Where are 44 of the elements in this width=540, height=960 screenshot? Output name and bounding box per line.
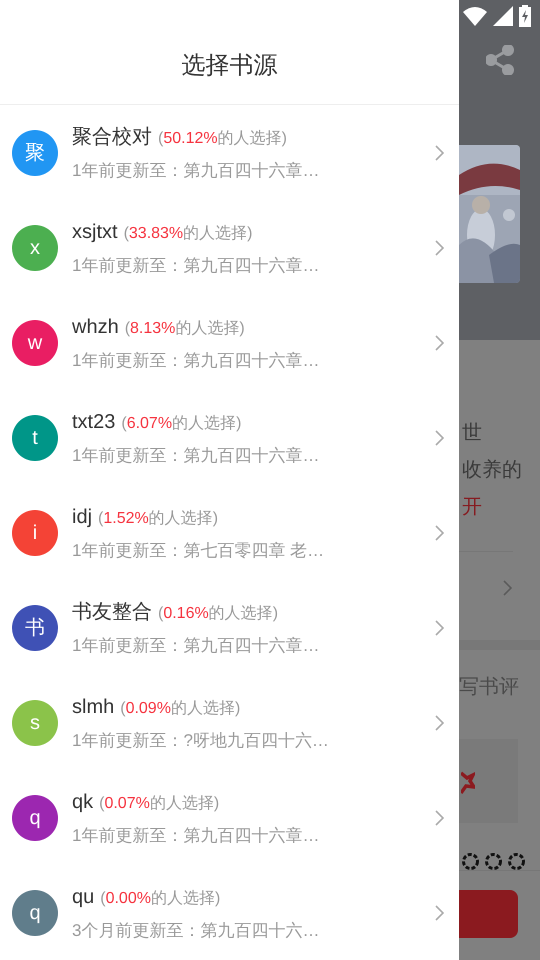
selection-share: (1.52%的人选择) xyxy=(98,508,218,528)
source-name: 聚合校对 xyxy=(72,124,152,150)
selection-share: (0.07%的人选择) xyxy=(99,794,220,814)
share-icon[interactable] xyxy=(486,44,514,74)
intro-text: 收养的 xyxy=(462,458,523,483)
chevron-right-icon xyxy=(435,240,445,256)
selection-share: (50.12%的人选择) xyxy=(158,128,287,148)
chevron-right-icon xyxy=(435,810,445,826)
update-info: 1年前更新至：第九百四十六章… xyxy=(72,160,320,182)
source-name: 书友整合 xyxy=(72,600,152,624)
update-info: 1年前更新至：第九百四十六章… xyxy=(72,254,320,276)
source-name: qk xyxy=(72,790,94,814)
battery-icon xyxy=(519,5,531,27)
chevron-right-icon xyxy=(435,334,445,350)
chevron-right-icon[interactable] xyxy=(503,580,513,596)
drawer-title: 选择书源 xyxy=(182,54,278,78)
source-name: xsjtxt xyxy=(72,220,118,244)
source-name: txt23 xyxy=(72,410,116,434)
selection-share: (0.16%的人选择) xyxy=(158,604,278,624)
chevron-right-icon xyxy=(435,524,445,540)
selection-share: (33.83%的人选择) xyxy=(124,224,252,244)
selection-share: (8.13%的人选择) xyxy=(124,318,245,338)
update-info: 1年前更新至：第九百四十六章… xyxy=(72,444,320,466)
chevron-right-icon xyxy=(435,430,445,446)
intro-text: 世 xyxy=(462,421,483,446)
chevron-right-icon xyxy=(435,144,445,160)
chevron-right-icon xyxy=(435,714,445,730)
update-info: 3个月前更新至：第九百四十六… xyxy=(72,920,320,942)
selection-share: (0.00%的人选择) xyxy=(100,888,220,908)
update-info: 1年前更新至：?呀地九百四十六… xyxy=(72,730,330,752)
update-info: 1年前更新至：第九百四十六章… xyxy=(72,824,320,846)
chevron-right-icon xyxy=(435,904,445,920)
source-name: slmh xyxy=(72,694,114,720)
source-name: qu xyxy=(72,884,94,910)
source-name: whzh xyxy=(72,314,119,340)
wifi-icon xyxy=(463,6,487,26)
update-info: 1年前更新至：第九百四十六章… xyxy=(72,634,320,656)
update-info: 1年前更新至：第九百四十六章… xyxy=(72,350,320,372)
signal-icon xyxy=(493,6,513,26)
chevron-right-icon xyxy=(435,620,445,636)
selection-share: (0.09%的人选择) xyxy=(120,698,240,718)
selection-share: (6.07%的人选择) xyxy=(121,414,242,434)
update-info: 1年前更新至：第七百零四章 老… xyxy=(72,540,326,562)
source-name: idj xyxy=(72,504,92,530)
